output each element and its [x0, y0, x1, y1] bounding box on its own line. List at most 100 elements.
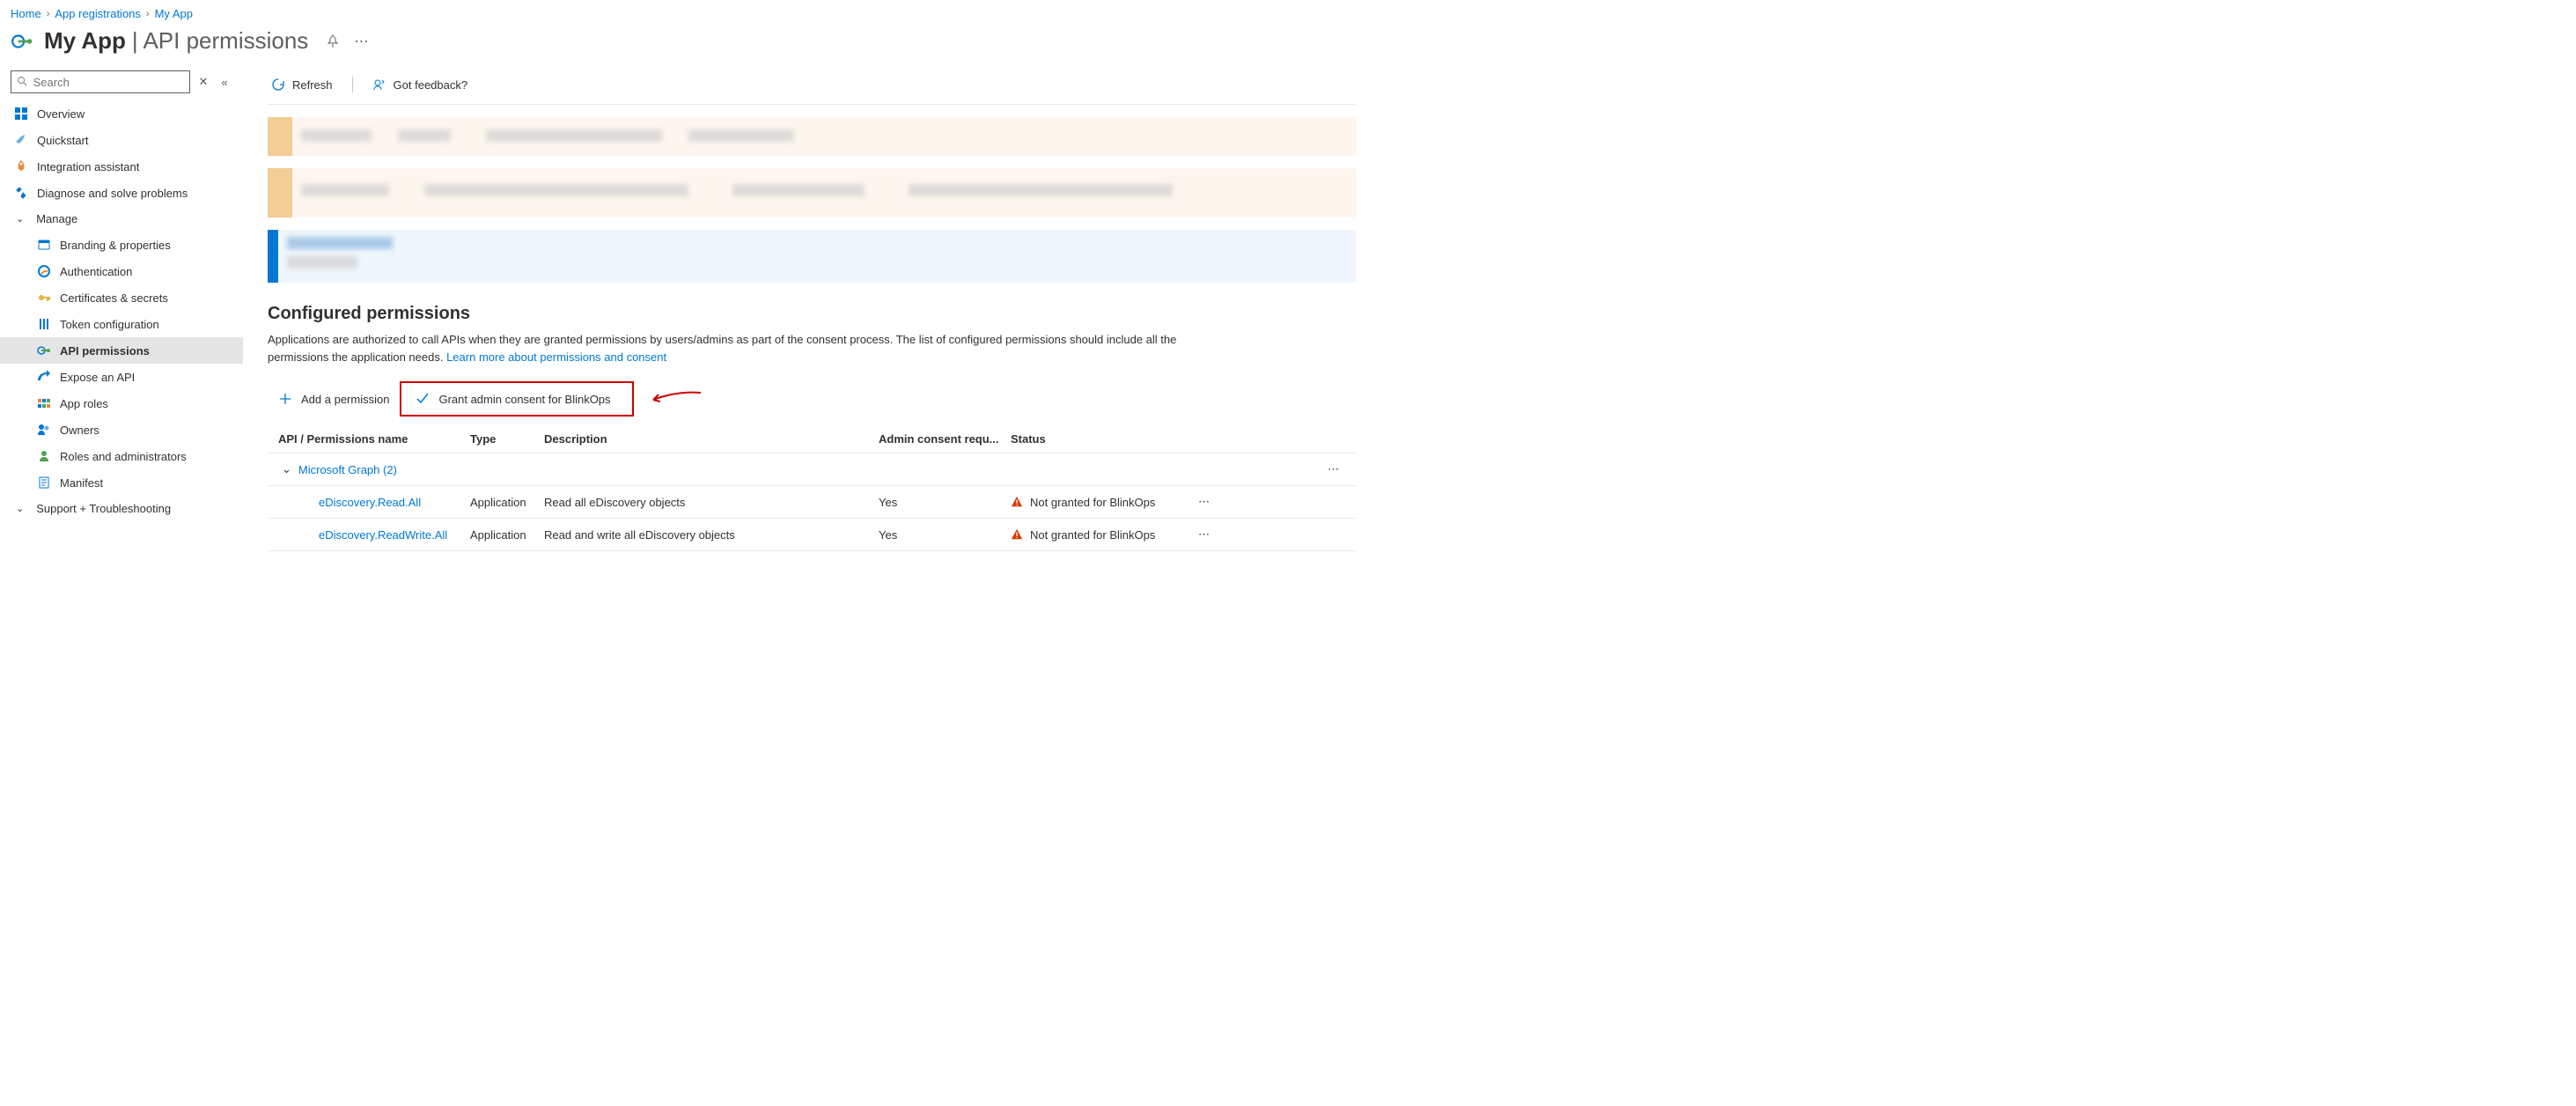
chevron-down-icon: ⌄ [16, 503, 24, 514]
sidebar-item-token[interactable]: Token configuration [0, 311, 243, 337]
search-input[interactable] [33, 76, 184, 89]
collapse-icon[interactable]: « [217, 74, 232, 90]
sidebar-item-expose[interactable]: Expose an API [0, 364, 243, 390]
sidebar-item-branding[interactable]: Branding & properties [0, 232, 243, 258]
table-header: API / Permissions name Type Description … [268, 425, 1356, 453]
chevron-down-icon: ⌄ [16, 213, 24, 225]
refresh-icon [271, 77, 285, 92]
col-header-admin[interactable]: Admin consent requ... [879, 432, 1011, 446]
sidebar-label: Token configuration [60, 318, 159, 331]
permission-type: Application [470, 496, 544, 509]
permission-description: Read all eDiscovery objects [544, 496, 879, 509]
sidebar-section-manage[interactable]: ⌄ Manage [0, 206, 243, 232]
sidebar-section-support[interactable]: ⌄ Support + Troubleshooting [0, 496, 243, 521]
chevron-right-icon: › [47, 9, 50, 19]
owners-icon [37, 423, 51, 437]
pin-icon[interactable] [326, 34, 340, 48]
sidebar-label: Manifest [60, 476, 103, 490]
table-row: eDiscovery.Read.All Application Read all… [268, 486, 1356, 519]
sidebar-item-owners[interactable]: Owners [0, 417, 243, 443]
permission-type: Application [470, 528, 544, 542]
expose-icon [37, 370, 51, 384]
diagnose-icon [14, 186, 28, 200]
more-icon[interactable]: ⋯ [1187, 527, 1222, 542]
sidebar-label: Overview [37, 107, 85, 121]
learn-more-link[interactable]: Learn more about permissions and consent [446, 350, 666, 364]
sidebar-label: Owners [60, 424, 99, 437]
feedback-icon [372, 77, 386, 92]
feedback-label: Got feedback? [394, 78, 468, 92]
search-icon [17, 76, 28, 88]
sidebar-item-quickstart[interactable]: Quickstart [0, 127, 243, 153]
permission-description: Read and write all eDiscovery objects [544, 528, 879, 542]
sidebar-label: API permissions [60, 344, 150, 358]
page-title: | API permissions [132, 27, 308, 55]
auth-icon [37, 264, 51, 278]
add-permission-button[interactable]: Add a permission [268, 387, 400, 411]
sidebar-label: Branding & properties [60, 239, 171, 252]
chevron-right-icon: › [146, 9, 150, 19]
refresh-button[interactable]: Refresh [268, 76, 336, 93]
sidebar-item-certificates[interactable]: Certificates & secrets [0, 284, 243, 311]
col-header-description[interactable]: Description [544, 432, 879, 446]
section-title: Configured permissions [268, 304, 1356, 324]
manifest-icon [37, 476, 51, 490]
search-input-wrapper[interactable] [11, 70, 190, 93]
sidebar-item-integration[interactable]: Integration assistant [0, 153, 243, 180]
sidebar-item-authentication[interactable]: Authentication [0, 258, 243, 284]
breadcrumb-home[interactable]: Home [11, 7, 41, 20]
separator [352, 77, 353, 92]
sidebar-item-api-permissions[interactable]: API permissions [0, 337, 243, 364]
breadcrumb-my-app[interactable]: My App [155, 7, 193, 20]
toolbar: Refresh Got feedback? [268, 70, 1356, 105]
section-description: Applications are authorized to call APIs… [268, 331, 1218, 365]
sidebar-item-manifest[interactable]: Manifest [0, 469, 243, 496]
warning-icon [1011, 496, 1023, 508]
sidebar-label: Roles and administrators [60, 450, 187, 463]
warning-icon [1011, 528, 1023, 541]
annotation-highlight: Grant admin consent for BlinkOps [400, 381, 633, 417]
sidebar: ✕ « Overview Quickstart Integration assi… [0, 70, 247, 551]
more-icon[interactable]: ⋯ [1321, 462, 1356, 476]
table-row: eDiscovery.ReadWrite.All Application Rea… [268, 519, 1356, 551]
sidebar-item-roles-admins[interactable]: Roles and administrators [0, 443, 243, 469]
chevron-down-icon: ⌄ [268, 462, 291, 476]
api-perm-icon [37, 343, 51, 358]
permission-name-link[interactable]: eDiscovery.Read.All [319, 496, 421, 509]
group-link[interactable]: Microsoft Graph (2) [298, 463, 397, 476]
sidebar-label: Integration assistant [37, 160, 139, 173]
table-group-row[interactable]: ⌄ Microsoft Graph (2) ⋯ [268, 453, 1356, 486]
app-icon [11, 30, 33, 53]
sidebar-label: Diagnose and solve problems [37, 187, 188, 200]
col-header-type[interactable]: Type [470, 432, 544, 446]
col-header-status[interactable]: Status [1011, 432, 1187, 446]
roles-icon [37, 396, 51, 410]
admins-icon [37, 449, 51, 463]
overview-icon [14, 107, 28, 121]
annotation-arrow [650, 389, 703, 409]
permission-name-link[interactable]: eDiscovery.ReadWrite.All [319, 528, 447, 542]
sidebar-label: Expose an API [60, 371, 135, 384]
check-icon [416, 392, 430, 406]
info-banner-3 [268, 230, 1356, 283]
sidebar-item-diagnose[interactable]: Diagnose and solve problems [0, 180, 243, 206]
feedback-button[interactable]: Got feedback? [369, 76, 472, 93]
sidebar-label: App roles [60, 397, 108, 410]
sidebar-label: Quickstart [37, 134, 89, 147]
close-icon[interactable]: ✕ [195, 74, 211, 90]
key-icon [37, 291, 51, 305]
permission-admin: Yes [879, 528, 1011, 542]
more-icon[interactable]: ⋯ [354, 33, 369, 50]
info-banner-1 [268, 117, 1356, 156]
quickstart-icon [14, 133, 28, 147]
breadcrumb-app-registrations[interactable]: App registrations [55, 7, 141, 20]
sidebar-section-label: Support + Troubleshooting [36, 502, 171, 515]
sidebar-item-app-roles[interactable]: App roles [0, 390, 243, 417]
grant-consent-button[interactable]: Grant admin consent for BlinkOps [405, 387, 621, 411]
col-header-name[interactable]: API / Permissions name [268, 432, 470, 446]
more-icon[interactable]: ⋯ [1187, 495, 1222, 509]
app-name: My App [44, 27, 126, 55]
sidebar-item-overview[interactable]: Overview [0, 100, 243, 127]
refresh-label: Refresh [292, 78, 333, 92]
branding-icon [37, 238, 51, 252]
